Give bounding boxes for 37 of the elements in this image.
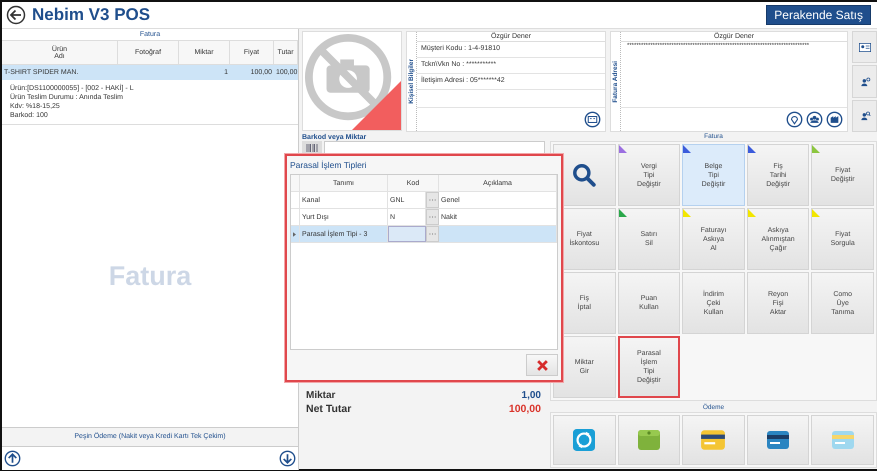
no-photo-icon <box>303 32 401 130</box>
app-title: Nebim V3 POS <box>32 5 150 25</box>
search-icon <box>571 162 598 188</box>
group-button[interactable] <box>806 111 823 128</box>
code-field[interactable] <box>388 226 426 242</box>
payment-button[interactable] <box>746 415 810 465</box>
sales-mode-button[interactable]: Perakende Satış <box>766 5 871 25</box>
close-icon <box>536 358 548 372</box>
building-icon <box>826 111 843 128</box>
payment-button[interactable] <box>682 415 745 465</box>
user-gear-icon <box>858 76 870 87</box>
building-button[interactable] <box>826 111 843 128</box>
location-pin-icon <box>786 111 803 128</box>
total-label: Miktar <box>306 390 336 400</box>
people-icon <box>806 111 823 128</box>
scroll-up-button[interactable] <box>4 450 21 467</box>
refresh-icon <box>573 429 596 451</box>
location-button[interactable] <box>786 111 803 128</box>
back-button[interactable] <box>6 5 26 25</box>
bank-card-icon <box>766 428 790 452</box>
wallet-icon <box>636 428 661 452</box>
barcode-icon <box>306 144 318 152</box>
close-button[interactable] <box>526 354 558 376</box>
customer-card-button[interactable] <box>584 111 601 128</box>
voucher-card-icon <box>830 428 855 452</box>
user-search-icon <box>858 110 870 122</box>
customer-settings-button[interactable] <box>852 65 877 98</box>
id-card-icon <box>584 111 601 128</box>
scroll-down-button[interactable] <box>279 450 296 467</box>
row-pointer-icon <box>293 232 296 236</box>
total-value: 1,00 <box>522 390 541 400</box>
total-value: 100,00 <box>508 403 541 415</box>
id-card-button[interactable] <box>852 31 877 64</box>
total-label: Net Tutar <box>306 403 352 415</box>
customer-search-button[interactable] <box>852 100 877 132</box>
dialog-title: Parasal İşlem Tipleri <box>290 160 367 170</box>
id-card-icon <box>858 42 870 52</box>
